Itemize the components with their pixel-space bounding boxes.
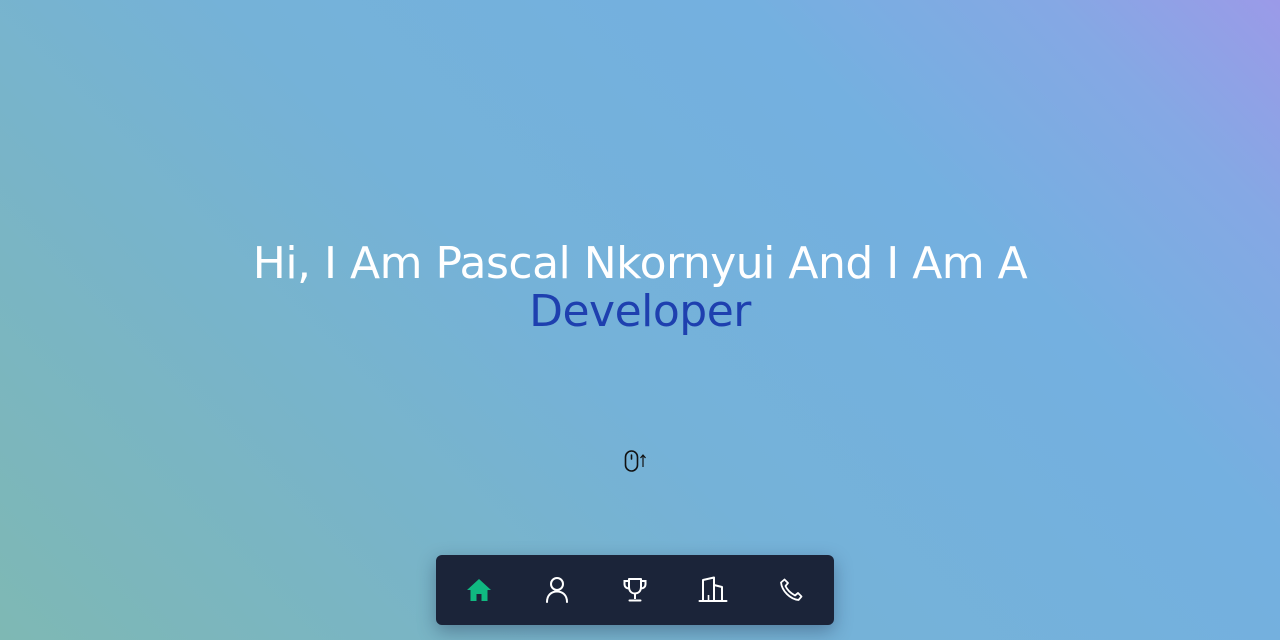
building-icon bbox=[698, 576, 728, 602]
user-icon bbox=[546, 577, 568, 603]
scroll-hint[interactable] bbox=[624, 450, 650, 472]
nav-contact-button[interactable] bbox=[771, 570, 811, 610]
hero-intro-text: Hi, I Am Pascal Nkornyui And I Am A bbox=[252, 238, 1028, 289]
bottom-nav-dock bbox=[436, 555, 834, 625]
nav-experience-button[interactable] bbox=[693, 570, 733, 610]
mouse-scroll-icon bbox=[624, 450, 646, 472]
trophy-icon bbox=[623, 578, 647, 602]
hero-heading: Hi, I Am Pascal Nkornyui And I Am A Deve… bbox=[0, 240, 1280, 336]
phone-icon bbox=[780, 578, 803, 601]
home-icon bbox=[467, 579, 491, 601]
nav-home-button[interactable] bbox=[459, 570, 499, 610]
hero-role-text: Developer bbox=[529, 286, 751, 337]
nav-achievements-button[interactable] bbox=[615, 570, 655, 610]
nav-about-button[interactable] bbox=[537, 570, 577, 610]
